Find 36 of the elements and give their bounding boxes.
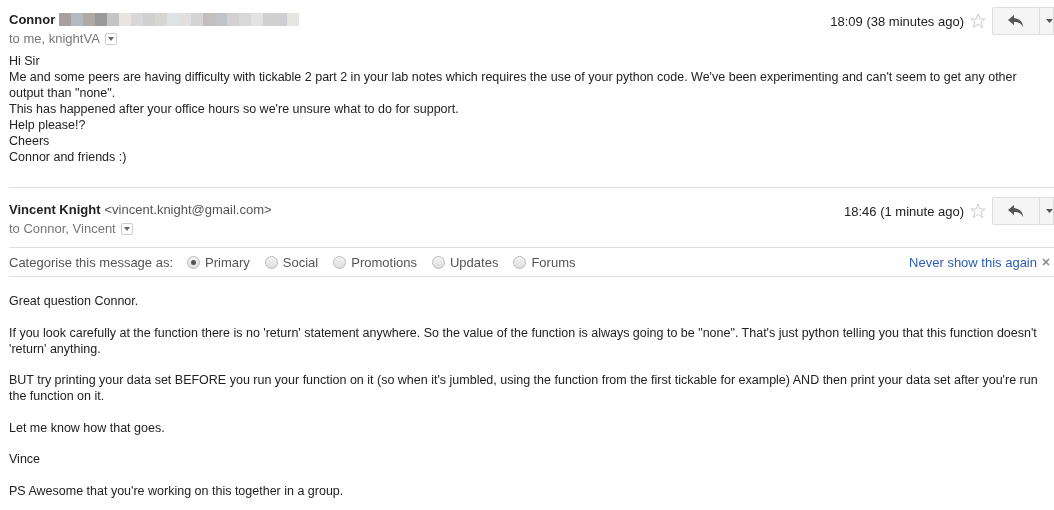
category-radio[interactable]: Primary	[187, 254, 250, 270]
message-paragraph: PS Awesome that you're working on this together in a group.	[9, 482, 345, 499]
more-options-button[interactable]	[1040, 7, 1054, 35]
caret-icon[interactable]	[1046, 19, 1053, 23]
sender-email: <vincent.knight@gmail.com>	[104, 202, 272, 217]
message-paragraph: Vince	[9, 451, 42, 467]
category-radio[interactable]: Forums	[513, 254, 576, 270]
star-icon[interactable]	[970, 203, 986, 219]
message-paragraph: Let me know how that goes.	[9, 419, 166, 436]
category-radio[interactable]: Promotions	[333, 254, 417, 270]
message-paragraph: If you look carefully at the function there is no 'return' statement anywhere. So the value of the function is always going to be "none". That's just python telling you that this function doesn't 'return' anything.	[9, 324, 1038, 357]
message-paragraph: Great question Connor.	[9, 293, 140, 309]
details-dropdown[interactable]	[104, 32, 117, 45]
star-icon[interactable]	[970, 13, 986, 29]
caret-icon[interactable]	[107, 36, 114, 41]
message-paragraph: Hi Sir Me and some peers are having difficulty with tickable 2 part 2 in your lab notes which requires the use of your python code. We've been experimenting and can't seem to get any other output than "none". This has happened after your office hours so we're unsure what to do for support. Help please!? Cheers Connor and friends :)	[9, 53, 1018, 165]
reply-icon[interactable]	[1008, 205, 1024, 217]
reply-button[interactable]	[992, 197, 1040, 225]
caret-icon[interactable]	[123, 226, 130, 231]
message-time: 18:46 (1 minute ago)	[844, 203, 964, 219]
sender-name: Connor	[9, 12, 56, 27]
sender-name: Vincent Knight	[9, 202, 101, 217]
more-options-button[interactable]	[1040, 197, 1054, 225]
details-dropdown[interactable]	[120, 222, 133, 235]
close-icon[interactable]	[1042, 258, 1050, 266]
reply-button[interactable]	[992, 7, 1040, 35]
never-show-link[interactable]: Never show this again	[909, 254, 1037, 270]
recipients: to me, knightVA	[9, 31, 100, 46]
message-time: 18:09 (38 minutes ago)	[830, 13, 964, 29]
category-radio[interactable]: Social	[264, 254, 319, 270]
categorise-label: Categorise this message as:	[9, 254, 174, 270]
reply-icon[interactable]	[1008, 15, 1024, 27]
recipients: to Connor, Vincent	[9, 221, 116, 236]
caret-icon[interactable]	[1046, 209, 1053, 213]
category-radio[interactable]: Updates	[432, 254, 499, 270]
message-paragraph: BUT try printing your data set BEFORE you run your function on it (so when it's jumbled, using the function from the first tickable for example) AND then print your data set after you're run the function on it.	[9, 372, 1039, 404]
